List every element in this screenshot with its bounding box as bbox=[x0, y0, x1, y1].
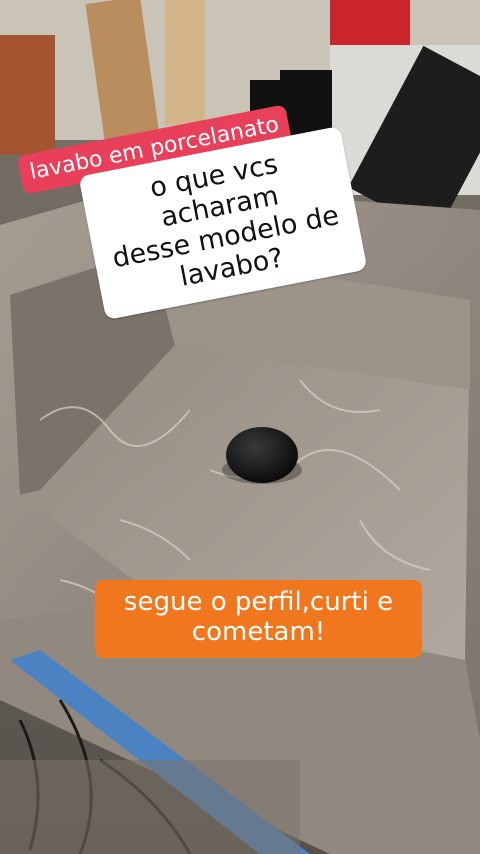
wood-plank-2 bbox=[165, 0, 205, 125]
drain-cap bbox=[226, 427, 298, 483]
sawdust-floor bbox=[0, 760, 300, 854]
caption-cta-line-2: cometam! bbox=[191, 616, 326, 647]
brick-stack bbox=[0, 35, 55, 155]
caption-cta: segue o perfil,curti e cometam! bbox=[95, 580, 422, 658]
caption-cta-line-1: segue o perfil,curti e bbox=[123, 587, 394, 617]
